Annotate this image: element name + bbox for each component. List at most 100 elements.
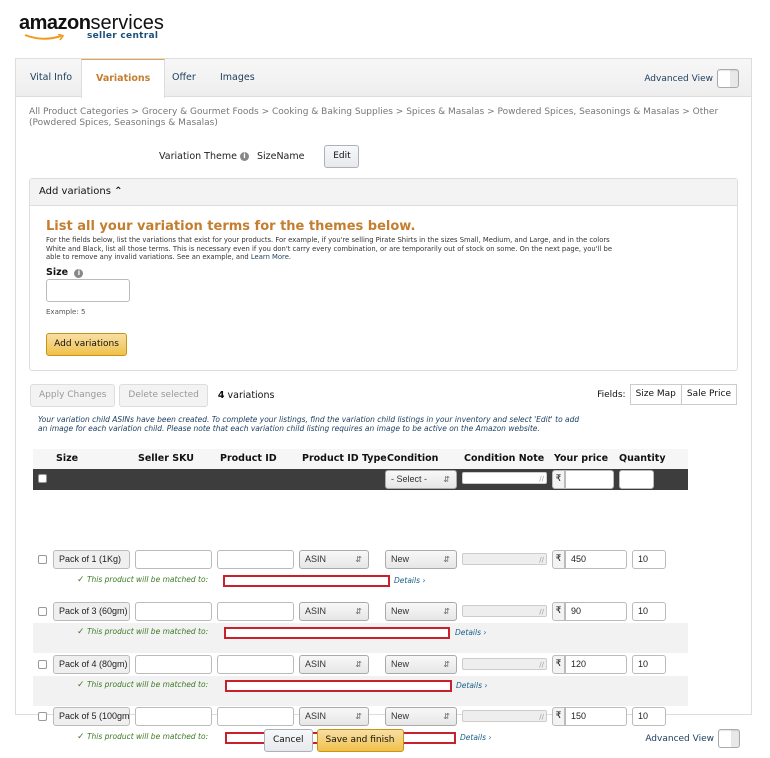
bulk-currency-symbol: ₹: [552, 470, 565, 489]
amazon-services-logo: amazonservices seller central: [19, 12, 164, 41]
col-header-size: Size: [56, 453, 79, 464]
condition-note-input[interactable]: ∕∕: [462, 710, 547, 722]
condition-note-input[interactable]: ∕∕: [462, 658, 547, 670]
match-label: This product will be matched to:: [86, 627, 209, 636]
product-id-type-value: ASIN: [305, 711, 327, 721]
breadcrumb: All Product Categories > Grocery & Gourm…: [29, 107, 719, 128]
product-id-type-select[interactable]: ASIN ⇵: [299, 655, 369, 674]
field-sale-price-button[interactable]: Sale Price: [681, 384, 737, 405]
tab-offer[interactable]: Offer: [158, 59, 210, 97]
details-link[interactable]: Details ›: [456, 681, 487, 690]
tab-variations[interactable]: Variations: [81, 59, 166, 98]
select-arrows-icon: ⇵: [355, 607, 362, 616]
match-label: This product will be matched to:: [86, 575, 209, 584]
chevron-up-icon: ⌃: [114, 186, 123, 197]
select-all-checkbox[interactable]: [38, 474, 47, 483]
price-input[interactable]: 120: [565, 655, 627, 674]
matched-asin-field[interactable]: [224, 627, 450, 639]
condition-note-input[interactable]: ∕∕: [462, 605, 547, 617]
product-id-type-select[interactable]: ASIN ⇵: [299, 550, 369, 569]
col-header-your-price: Your price: [554, 453, 609, 464]
product-id-type-value: ASIN: [305, 606, 327, 616]
condition-select[interactable]: New ⇵: [385, 707, 457, 726]
seller-sku-input[interactable]: [135, 655, 212, 674]
condition-select[interactable]: New ⇵: [385, 655, 457, 674]
product-id-input[interactable]: [217, 655, 294, 674]
resize-grip-icon: ∕∕: [539, 556, 544, 564]
row-checkbox[interactable]: [38, 660, 47, 669]
resize-grip-icon: ∕∕: [539, 475, 544, 483]
product-id-type-select[interactable]: ASIN ⇵: [299, 602, 369, 621]
select-arrows-icon: ⇵: [443, 475, 450, 484]
select-arrows-icon: ⇵: [443, 555, 450, 564]
currency-symbol: ₹: [552, 602, 565, 621]
seller-sku-input[interactable]: [135, 707, 212, 726]
seller-sku-input[interactable]: [135, 550, 212, 569]
advanced-view-toggle[interactable]: [718, 729, 740, 748]
condition-value: New: [391, 606, 410, 616]
panel-title: List all your variation terms for the th…: [46, 219, 416, 234]
delete-selected-button[interactable]: Delete selected: [119, 384, 208, 407]
advanced-view-toggle[interactable]: [717, 69, 739, 88]
size-value: Pack of 1 (1Kg): [53, 550, 130, 569]
add-variations-button[interactable]: Add variations: [46, 333, 127, 356]
price-input[interactable]: 150: [565, 707, 627, 726]
tab-images[interactable]: Images: [206, 59, 269, 97]
condition-select[interactable]: New ⇵: [385, 602, 457, 621]
edit-theme-button[interactable]: Edit: [324, 145, 360, 168]
condition-select[interactable]: New ⇵: [385, 550, 457, 569]
learn-more-link[interactable]: Learn More.: [251, 253, 291, 261]
tab-bar: Vital Info Variations Offer Images Advan…: [16, 59, 751, 98]
quantity-input[interactable]: 10: [632, 655, 666, 674]
info-icon[interactable]: i: [74, 269, 84, 278]
field-size-map-button[interactable]: Size Map: [629, 384, 682, 405]
tab-vital-info[interactable]: Vital Info: [16, 59, 86, 97]
variations-table: Size Seller SKU Product ID Product ID Ty…: [33, 449, 688, 758]
add-variations-header[interactable]: Add variations ⌃: [30, 179, 737, 206]
checkmark-icon: ✓: [77, 575, 85, 585]
match-row: ✓ This product will be matched to: Detai…: [33, 571, 688, 601]
apply-changes-button[interactable]: Apply Changes: [30, 384, 116, 407]
variation-count-suffix: variations: [224, 390, 275, 401]
select-arrows-icon: ⇵: [355, 660, 362, 669]
quantity-input[interactable]: 10: [632, 550, 666, 569]
add-variations-header-label: Add variations: [39, 186, 111, 197]
product-id-input[interactable]: [217, 550, 294, 569]
match-label: This product will be matched to:: [86, 732, 209, 741]
match-row: ✓ This product will be matched to: Detai…: [33, 623, 688, 653]
cancel-button[interactable]: Cancel: [264, 729, 313, 752]
matched-asin-field[interactable]: [225, 680, 452, 692]
row-checkbox[interactable]: [38, 712, 47, 721]
bulk-price-input[interactable]: [565, 470, 614, 489]
col-header-product-id: Product ID: [220, 453, 277, 464]
logo-seller-central: seller central: [87, 31, 159, 41]
quantity-input[interactable]: 10: [632, 602, 666, 621]
quantity-input[interactable]: 10: [632, 707, 666, 726]
variations-toolbar: Apply Changes Delete selected 4 variatio…: [30, 384, 274, 407]
price-input[interactable]: 90: [565, 602, 627, 621]
save-and-finish-button[interactable]: Save and finish: [316, 729, 404, 752]
info-icon[interactable]: i: [239, 152, 249, 161]
details-link[interactable]: Details ›: [455, 628, 486, 637]
condition-note-input[interactable]: ∕∕: [462, 553, 547, 565]
matched-asin-field[interactable]: [223, 575, 390, 587]
product-id-type-select[interactable]: ASIN ⇵: [299, 707, 369, 726]
size-label: Size i: [46, 267, 84, 278]
product-id-input[interactable]: [217, 707, 294, 726]
seller-sku-input[interactable]: [135, 602, 212, 621]
size-input[interactable]: [46, 279, 130, 302]
row-checkbox[interactable]: [38, 607, 47, 616]
bulk-quantity-input[interactable]: [619, 470, 654, 489]
bulk-condition-value: - Select -: [391, 474, 428, 484]
advanced-view-label: Advanced View: [645, 733, 714, 744]
product-id-input[interactable]: [217, 602, 294, 621]
details-link[interactable]: Details ›: [460, 733, 491, 742]
row-checkbox[interactable]: [38, 555, 47, 564]
select-arrows-icon: ⇵: [443, 660, 450, 669]
bulk-condition-note-input[interactable]: ∕∕: [462, 472, 547, 484]
details-link[interactable]: Details ›: [394, 576, 425, 585]
bulk-condition-select[interactable]: - Select - ⇵: [385, 470, 457, 489]
price-input[interactable]: 450: [565, 550, 627, 569]
variation-theme-label: Variation Theme: [159, 151, 237, 162]
variation-theme-value: SizeName: [256, 151, 305, 162]
